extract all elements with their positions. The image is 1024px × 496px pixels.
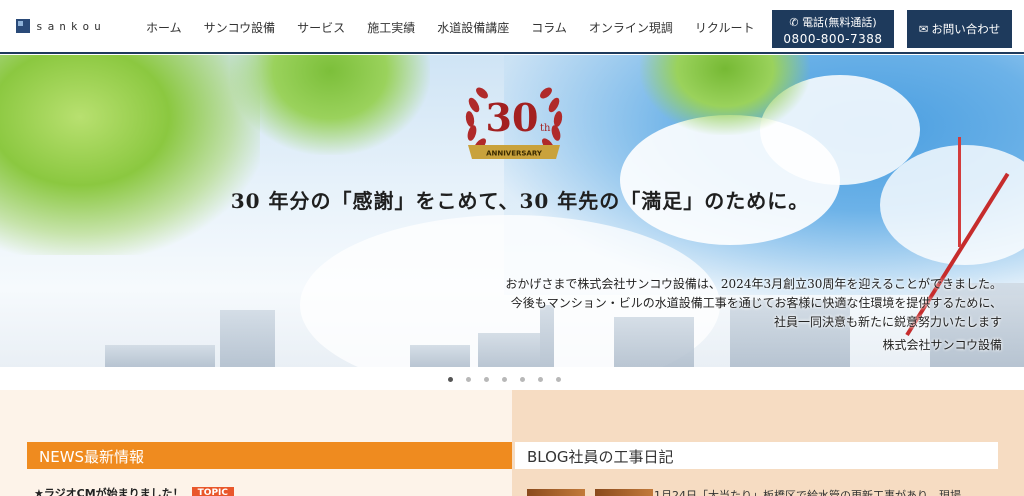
nav-item-recruit[interactable]: リクルート [695,19,755,36]
hero-signature: 株式会社サンコウ設備 [882,338,1002,352]
contact-label: お問い合わせ [931,22,1001,36]
news-item-text: ★ラジオCMが始まりました！ [34,487,184,496]
news-item[interactable]: ★ラジオCMが始まりました！ TOPIC [34,485,235,496]
logo-text: sankou [36,19,106,33]
nav-item-home[interactable]: ホーム [146,19,182,36]
blog-item-text[interactable]: 1月24日「大当たり」板橋区で給水管の更新工事があり…現場 [654,487,961,496]
nav-item-course[interactable]: 水道設備講座 [437,19,509,36]
tel-label: 電話(無料通話) [802,16,877,29]
slider-dot[interactable] [520,377,525,382]
slider-dot[interactable] [466,377,471,382]
badge-sup: th [540,123,551,134]
nav-item-online[interactable]: オンライン現調 [589,19,673,36]
blog-heading: BLOG社員の工事日記 [515,442,998,469]
content-area: NEWS最新情報 BLOG社員の工事日記 ★ラジオCMが始まりました！ TOPI… [0,390,1024,496]
leaves-top [230,55,430,155]
hero-message-line: 今後もマンション・ビルの水道設備工事を通じてお客様に快適な住環境を提供するために… [510,296,1002,310]
contact-button[interactable]: ✉ お問い合わせ [907,10,1012,48]
slider-dots [448,377,561,382]
badge-number: 30 [486,95,539,140]
topic-badge: TOPIC [191,487,235,496]
blog-thumbnails [527,489,653,496]
nav-item-service[interactable]: サービス [297,19,345,36]
tel-number: 0800-800-7388 [783,32,883,46]
tel-button[interactable]: ✆ 電話(無料通話) 0800-800-7388 [772,10,894,48]
blog-thumbnail[interactable] [595,489,653,496]
site-header: sankou ホーム サンコウ設備 サービス 施工実績 水道設備講座 コラム オ… [0,0,1024,54]
nav-item-company[interactable]: サンコウ設備 [204,19,276,36]
badge-text: ANNIVERSARY [486,150,543,158]
main-nav: ホーム サンコウ設備 サービス 施工実績 水道設備講座 コラム オンライン現調 … [146,0,755,54]
blog-thumbnail[interactable] [527,489,585,496]
hero-message: おかげさまで株式会社サンコウ設備は、2024年3月創立30周年を迎えることができ… [505,275,1002,355]
building [410,345,470,367]
slider-dot[interactable] [556,377,561,382]
nav-item-works[interactable]: 施工実績 [367,19,415,36]
phone-icon: ✆ [789,16,803,29]
mail-icon: ✉ [918,22,929,36]
building [105,345,215,367]
slider-dot[interactable] [502,377,507,382]
slider-dot[interactable] [538,377,543,382]
building [220,310,275,367]
slider-dot[interactable] [448,377,453,382]
news-heading: NEWS最新情報 [27,442,512,469]
hero-slider[interactable]: 30 th ANNIVERSARY 30 年分の「感謝」をこめて、30 年先の「… [0,55,1024,367]
anniversary-badge: 30 th ANNIVERSARY [465,87,563,159]
logo[interactable]: sankou [16,19,106,33]
hero-slogan: 30 年分の「感謝」をこめて、30 年先の「満足」のために。 [230,189,810,213]
slider-dot[interactable] [484,377,489,382]
leaves-left [0,55,260,255]
hero-message-line: おかげさまで株式会社サンコウ設備は、2024年3月創立30周年を迎えることができ… [505,277,1002,291]
leaves-right [640,55,810,135]
hero-message-line: 社員一同決意も新たに鋭意努力いたします [773,315,1002,329]
logo-mark-icon [16,19,30,33]
nav-item-column[interactable]: コラム [531,19,567,36]
